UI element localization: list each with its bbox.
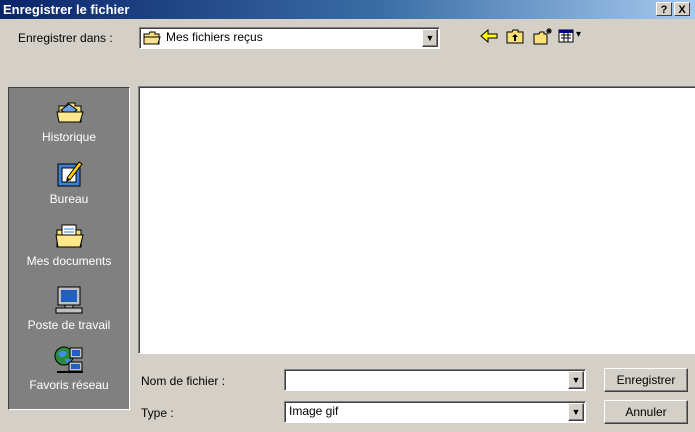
save-in-combobox[interactable]: Mes fichiers reçus ▼ [139,27,440,49]
help-button[interactable]: ? [656,2,672,16]
back-arrow-icon[interactable] [478,26,500,46]
filetype-label: Type : [141,406,174,420]
up-folder-icon[interactable] [504,26,526,46]
my-computer-icon [55,286,83,314]
network-places-icon [54,346,83,373]
filename-label: Nom de fichier : [141,374,226,388]
history-icon [56,102,84,123]
my-documents-icon [55,224,84,248]
new-folder-icon[interactable] [532,26,554,46]
place-label: Poste de travail [27,318,111,332]
place-desktop[interactable]: Bureau [9,158,129,206]
save-in-label: Enregistrer dans : [18,31,113,45]
place-label: Mes documents [26,254,112,268]
filename-dropdown-button[interactable]: ▼ [568,371,584,389]
place-network[interactable]: Favoris réseau [9,344,129,392]
window-title: Enregistrer le fichier [3,2,130,17]
save-in-value: Mes fichiers reçus [166,30,263,44]
places-bar: Historique Bureau Mes documents Poste de… [8,87,130,410]
cancel-button[interactable]: Annuler [604,400,688,424]
title-bar: Enregistrer le fichier ? X [0,0,695,19]
place-my-documents[interactable]: Mes documents [9,220,129,268]
filetype-value: Image gif [289,404,339,418]
view-menu-arrow[interactable]: ▾ [576,29,581,40]
place-label: Favoris réseau [29,378,109,392]
save-button[interactable]: Enregistrer [604,368,688,392]
file-list[interactable] [138,86,695,354]
place-history[interactable]: Historique [9,96,129,144]
view-menu-icon[interactable] [557,26,575,46]
place-label: Bureau [49,192,89,206]
place-my-computer[interactable]: Poste de travail [9,284,129,332]
close-button[interactable]: X [674,2,690,16]
desktop-icon [57,161,83,187]
filetype-combobox[interactable]: Image gif ▼ [284,401,586,423]
folder-icon [143,31,161,45]
save-in-dropdown-button[interactable]: ▼ [422,29,438,47]
filetype-dropdown-button[interactable]: ▼ [568,403,584,421]
filename-combobox[interactable]: ▼ [284,369,586,391]
place-label: Historique [41,130,97,144]
